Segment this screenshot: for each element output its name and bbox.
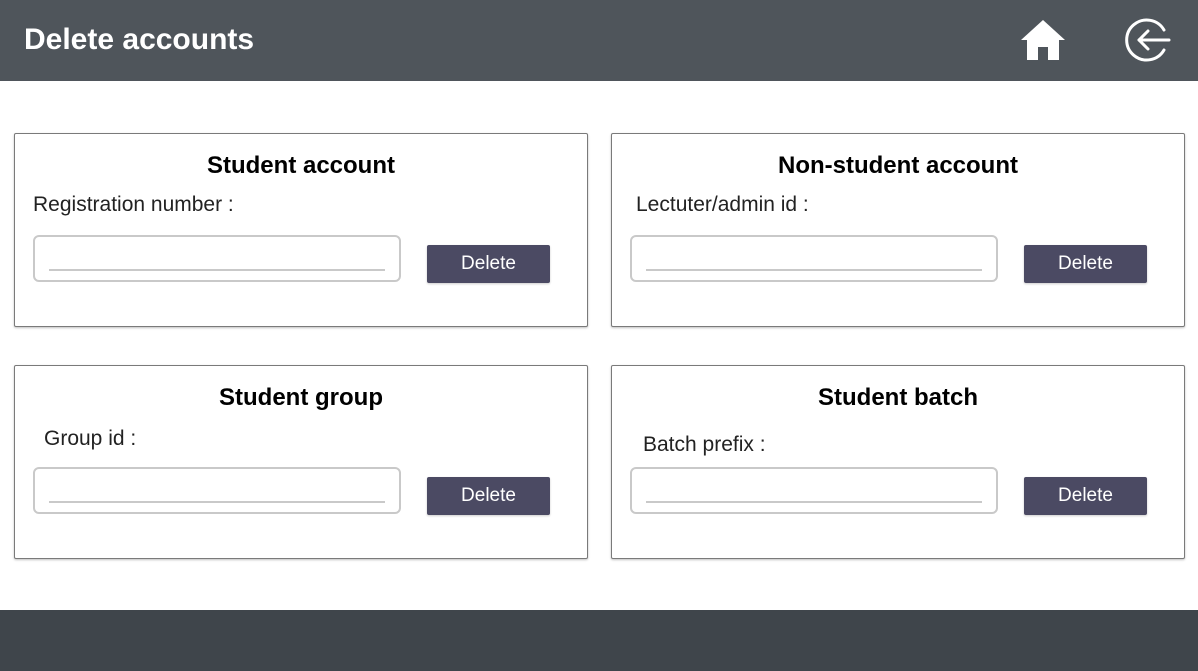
input-underline <box>49 269 385 271</box>
batch-prefix-field[interactable] <box>630 467 998 514</box>
input-underline <box>646 269 982 271</box>
batch-prefix-input[interactable] <box>632 469 996 512</box>
lecturer-admin-id-field[interactable] <box>630 235 998 282</box>
lecturer-admin-id-label: Lectuter/admin id : <box>636 193 809 216</box>
page-title: Delete accounts <box>24 23 255 56</box>
student-batch-card: Student batch Batch prefix : Delete <box>611 365 1185 559</box>
registration-number-field[interactable] <box>33 235 401 282</box>
batch-prefix-label: Batch prefix : <box>643 433 766 456</box>
group-id-label: Group id : <box>44 427 137 450</box>
lecturer-admin-id-input[interactable] <box>632 237 996 280</box>
delete-student-group-button[interactable]: Delete <box>427 477 550 515</box>
registration-number-input[interactable] <box>35 237 399 280</box>
logout-button[interactable] <box>1123 14 1175 66</box>
input-underline <box>49 501 385 503</box>
non-student-account-card: Non-student account Lectuter/admin id : … <box>611 133 1185 327</box>
card-title: Student group <box>219 384 383 411</box>
input-underline <box>646 501 982 503</box>
student-group-card: Student group Group id : Delete <box>14 365 588 559</box>
student-account-card: Student account Registration number : De… <box>14 133 588 327</box>
registration-number-label: Registration number : <box>33 193 234 216</box>
app-footer <box>0 610 1198 671</box>
card-title: Non-student account <box>778 152 1018 179</box>
card-title: Student batch <box>818 384 978 411</box>
delete-student-batch-button[interactable]: Delete <box>1024 477 1147 515</box>
app-header: Delete accounts <box>0 0 1198 81</box>
delete-student-account-button[interactable]: Delete <box>427 245 550 283</box>
home-icon <box>1021 20 1065 60</box>
logout-arrow-icon <box>1125 18 1171 62</box>
group-id-input[interactable] <box>35 469 399 512</box>
group-id-field[interactable] <box>33 467 401 514</box>
card-title: Student account <box>206 152 395 179</box>
delete-non-student-account-button[interactable]: Delete <box>1024 245 1147 283</box>
home-button[interactable] <box>1017 14 1069 66</box>
